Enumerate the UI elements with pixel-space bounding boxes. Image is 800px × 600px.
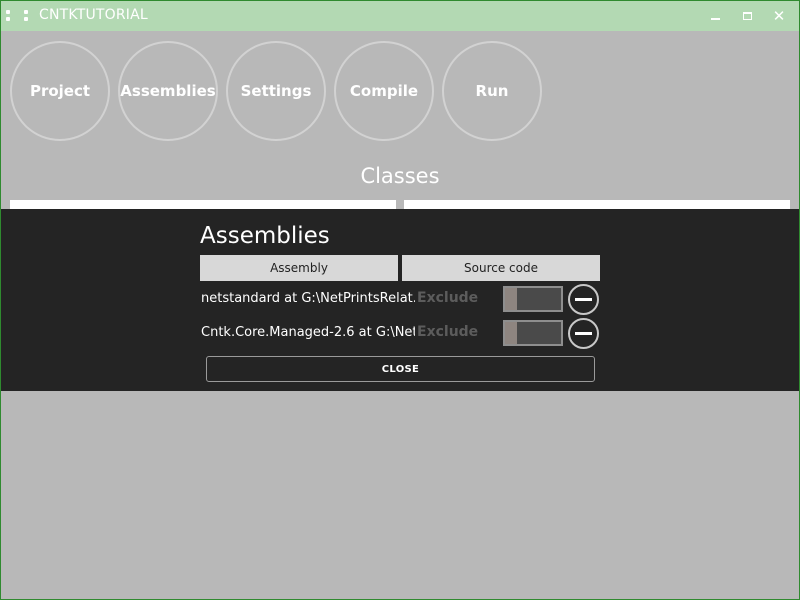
dialog-title: Assemblies [200, 223, 330, 249]
maximize-button[interactable] [732, 1, 762, 31]
minus-circle-icon [575, 332, 592, 335]
source-code-column-button[interactable]: Source code [402, 255, 600, 281]
toggle-knob [505, 322, 517, 344]
section-title: Classes [360, 164, 440, 188]
title-bar[interactable]: CNTKTUTORIAL ✕ [1, 1, 799, 31]
assembly-name: Cntk.Core.Managed-2.6 at G:\Net... [201, 325, 415, 340]
exclude-toggle[interactable] [503, 320, 563, 346]
nav-compile-button[interactable]: Compile [334, 41, 434, 141]
nav-project-button[interactable]: Project [10, 41, 110, 141]
window-title: CNTKTUTORIAL [39, 7, 148, 23]
nav-assemblies-button[interactable]: Assemblies [118, 41, 218, 141]
app-window: CNTKTUTORIAL ✕ Project Assemblies Settin… [1, 1, 799, 599]
exclude-label: Exclude [417, 324, 479, 340]
exclude-label: Exclude [417, 290, 479, 306]
close-icon: ✕ [772, 7, 786, 25]
minimize-icon [710, 18, 720, 20]
nav-settings-button[interactable]: Settings [226, 41, 326, 141]
assembly-column-button[interactable]: Assembly [200, 255, 398, 281]
close-window-button[interactable]: ✕ [764, 1, 794, 31]
remove-assembly-button[interactable] [568, 318, 599, 349]
minimize-button[interactable] [700, 1, 730, 31]
app-icon [4, 10, 30, 24]
assemblies-dialog: Assemblies Assembly Source code netstand… [1, 209, 799, 391]
close-dialog-button[interactable]: CLOSE [206, 356, 595, 382]
maximize-icon [742, 12, 752, 20]
nav-run-button[interactable]: Run [442, 41, 542, 141]
assembly-row: Cntk.Core.Managed-2.6 at G:\Net... Exclu… [1, 318, 799, 349]
assembly-row: netstandard at G:\NetPrintsRelat... Excl… [1, 284, 799, 315]
minus-circle-icon [575, 298, 592, 301]
exclude-toggle[interactable] [503, 286, 563, 312]
toggle-knob [505, 288, 517, 310]
remove-assembly-button[interactable] [568, 284, 599, 315]
assembly-name: netstandard at G:\NetPrintsRelat... [201, 291, 415, 306]
